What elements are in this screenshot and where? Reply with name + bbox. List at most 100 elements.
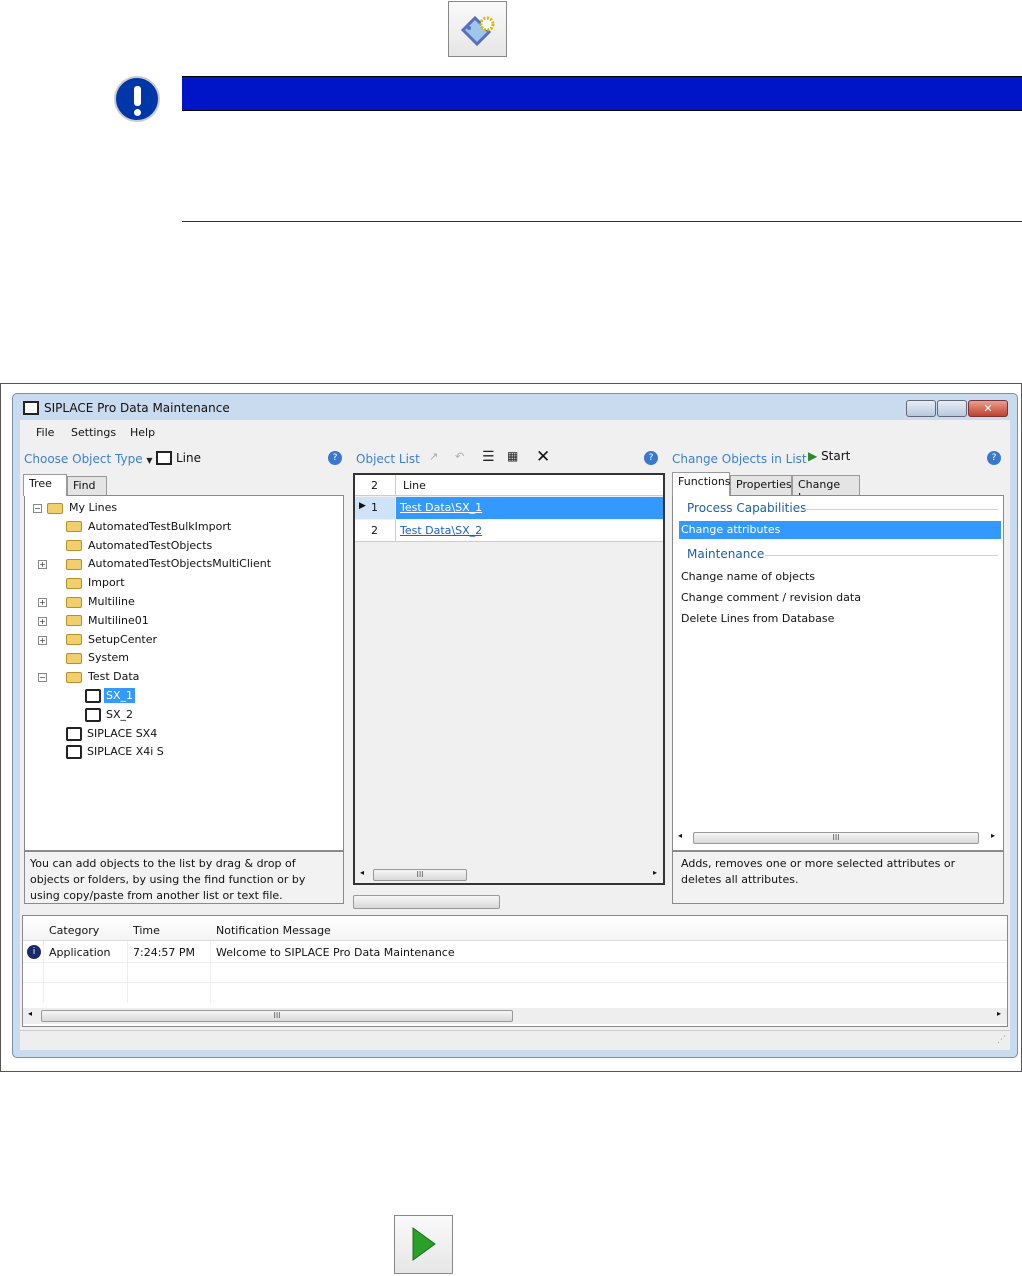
- function-change-name[interactable]: Change name of objects: [681, 570, 815, 583]
- tree-item-label: SIPLACE X4i S: [87, 745, 164, 759]
- expand-icon[interactable]: +: [38, 598, 47, 607]
- expand-icon[interactable]: +: [38, 635, 47, 645]
- log-row[interactable]: i Application 7:24:57 PM Welcome to SIPL…: [23, 942, 1007, 962]
- tree-item-label: SetupCenter: [88, 632, 158, 646]
- tree-item-label: Multiline01: [88, 613, 149, 627]
- tree-item[interactable]: Test Data: [66, 668, 141, 686]
- folder-icon: [66, 652, 82, 664]
- log-message: Welcome to SIPLACE Pro Data Maintenance: [216, 946, 455, 959]
- close-button[interactable]: ✕: [968, 400, 1008, 417]
- group-maintenance: Maintenance: [687, 547, 765, 561]
- chevron-down-icon: ▼: [146, 456, 153, 465]
- collapse-icon[interactable]: −: [38, 673, 47, 683]
- tree-item-label: SX_2: [106, 707, 134, 721]
- row-link[interactable]: Test Data\SX_1: [400, 501, 482, 514]
- notification-log: Category Time Notification Message i App…: [22, 915, 1008, 1027]
- help-icon[interactable]: ?: [328, 451, 342, 465]
- tab-change-log[interactable]: Change Log: [792, 475, 860, 504]
- tree-item-label: SIPLACE SX4: [87, 726, 158, 740]
- description-panel: Adds, removes one or more selected attri…: [672, 851, 1004, 904]
- menu-help[interactable]: Help: [130, 426, 155, 439]
- menu-settings[interactable]: Settings: [71, 426, 116, 439]
- row-link[interactable]: Test Data\SX_2: [400, 524, 482, 537]
- tree-item[interactable]: AutomatedTestObjectsMultiClient: [66, 555, 273, 573]
- tab-functions[interactable]: Functions: [672, 472, 731, 496]
- collapse-icon[interactable]: −: [33, 504, 42, 513]
- row-number: 2: [371, 524, 378, 537]
- tree-item[interactable]: Multiline: [66, 593, 137, 611]
- tree-item[interactable]: SIPLACE SX4: [66, 725, 159, 743]
- list-icon[interactable]: ☰: [482, 449, 495, 465]
- row-count-header: 2: [371, 479, 378, 492]
- object-type-value: Line: [176, 451, 202, 465]
- help-icon[interactable]: ?: [987, 451, 1001, 465]
- tree-item-label: AutomatedTestObjects: [88, 538, 213, 552]
- tag-gear-icon: [448, 1, 507, 57]
- choose-object-type-label: Choose Object Type: [24, 452, 143, 466]
- folder-icon: [66, 558, 82, 570]
- add-icon[interactable]: ↗: [429, 450, 438, 463]
- grid-icon[interactable]: ▦: [507, 449, 518, 463]
- tab-tree[interactable]: Tree: [23, 474, 67, 496]
- tree-item[interactable]: Multiline01: [66, 612, 151, 630]
- tree-item[interactable]: AutomatedTestObjects: [66, 537, 214, 555]
- tree-item-label: Test Data: [88, 670, 140, 684]
- undo-icon[interactable]: ↶: [455, 450, 464, 463]
- tree-item[interactable]: SX_1: [85, 687, 136, 705]
- tab-properties[interactable]: Properties: [730, 475, 792, 495]
- tree-item[interactable]: Import: [66, 574, 127, 592]
- tree-item-label: AutomatedTestObjectsMultiClient: [88, 557, 272, 571]
- tree-item[interactable]: SetupCenter: [66, 631, 159, 649]
- tree-item-label: Multiline: [88, 595, 135, 608]
- minimize-button[interactable]: [906, 400, 936, 417]
- object-list-grid: 2 Line ▶ 1 Test Data\SX_1 2 Test Data\SX_…: [353, 473, 665, 885]
- column-time[interactable]: Time: [133, 924, 160, 937]
- function-change-attributes[interactable]: Change attributes: [679, 521, 1001, 539]
- horizontal-scrollbar[interactable]: ◂ III ▸: [23, 1008, 1007, 1024]
- tree-item[interactable]: SX_2: [85, 706, 135, 724]
- column-category[interactable]: Category: [49, 924, 99, 937]
- exclamation-icon: [114, 76, 160, 122]
- functions-panel: Process Capabilities Change attributes M…: [672, 495, 1004, 851]
- tree-item-label: AutomatedTestBulkImport: [88, 519, 232, 533]
- tree-item[interactable]: System: [66, 649, 131, 667]
- choose-object-type-dropdown[interactable]: Choose Object Type ▼: [24, 452, 153, 466]
- maximize-button[interactable]: [937, 400, 967, 417]
- column-message[interactable]: Notification Message: [216, 924, 331, 937]
- splitter-handle[interactable]: [353, 895, 500, 909]
- menu-file[interactable]: File: [36, 426, 54, 439]
- function-change-comment[interactable]: Change comment / revision data: [681, 591, 861, 604]
- play-icon: [394, 1215, 453, 1274]
- table-row[interactable]: ▶ 1 Test Data\SX_1: [355, 497, 663, 519]
- expand-icon[interactable]: +: [38, 616, 47, 626]
- function-delete-lines[interactable]: Delete Lines from Database: [681, 612, 834, 625]
- delete-icon[interactable]: ✕: [536, 447, 550, 467]
- folder-icon: [66, 521, 82, 533]
- start-label: Start: [821, 449, 851, 463]
- group-process-capabilities: Process Capabilities: [687, 501, 807, 515]
- tree-item[interactable]: SIPLACE X4i S: [66, 743, 166, 761]
- resize-grip-icon[interactable]: ⋰: [997, 1035, 1006, 1045]
- tree-item[interactable]: AutomatedTestBulkImport: [66, 518, 233, 536]
- horizontal-scrollbar[interactable]: ◂ III ▸: [673, 830, 1003, 846]
- help-icon[interactable]: ?: [644, 451, 658, 465]
- folder-icon: [66, 540, 82, 552]
- tree-panel: − My Lines AutomatedTestBulkImport Automate…: [24, 495, 344, 851]
- description-text: Adds, removes one or more selected attri…: [681, 857, 956, 886]
- line-icon: [85, 689, 101, 703]
- status-bar: ⋰: [20, 1030, 1010, 1050]
- start-button[interactable]: ▶ Start: [808, 449, 850, 463]
- info-icon: i: [27, 945, 41, 959]
- tree-item-label: Import: [88, 576, 125, 590]
- change-objects-title: Change Objects in List: [672, 452, 807, 466]
- tree-item[interactable]: My Lines: [47, 499, 119, 517]
- log-category: Application: [49, 946, 111, 959]
- notice-divider: [182, 221, 1022, 222]
- table-row[interactable]: 2 Test Data\SX_2: [355, 520, 663, 542]
- hint-text: You can add objects to the list by drag …: [30, 857, 306, 902]
- line-icon: [66, 726, 82, 741]
- column-header-line[interactable]: Line: [403, 479, 426, 492]
- expand-icon[interactable]: +: [38, 560, 47, 570]
- horizontal-scrollbar[interactable]: ◂ III ▸: [355, 867, 663, 883]
- tab-find[interactable]: Find: [67, 476, 107, 495]
